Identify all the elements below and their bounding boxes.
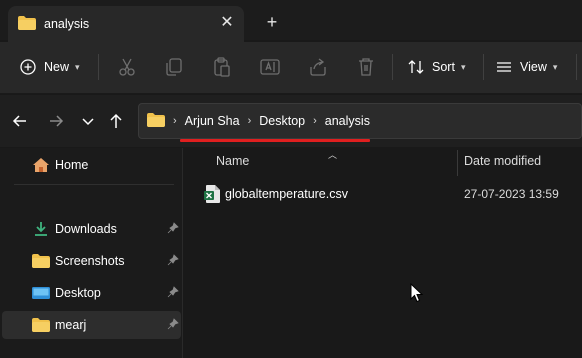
crumb-user[interactable]: Arjun Sha (185, 114, 240, 128)
view-label: View (520, 60, 547, 74)
breadcrumb: › Arjun Sha › Desktop › analysis (147, 104, 370, 138)
column-header-name[interactable]: Name (216, 154, 249, 168)
sort-button[interactable]: Sort ▾ (408, 54, 465, 80)
cut-icon[interactable] (116, 56, 138, 78)
sort-icon (408, 60, 424, 74)
tab-bar: analysis ✕ + (0, 0, 582, 42)
divider (14, 184, 174, 185)
up-arrow-icon[interactable] (106, 111, 126, 131)
navigation-pane: Home Downloads Screenshots Desktop mearj (0, 148, 183, 358)
chevron-down-icon: ▾ (75, 61, 80, 72)
sidebar-item-label: Screenshots (55, 254, 125, 268)
rename-icon[interactable] (259, 56, 281, 78)
sidebar-item-mearj[interactable]: mearj (2, 311, 181, 339)
sidebar-item-label: Home (55, 158, 89, 172)
column-divider[interactable] (457, 150, 458, 176)
path-highlight-underline (180, 139, 370, 142)
sort-label: Sort (432, 60, 455, 74)
view-icon (497, 62, 511, 72)
chevron-down-icon[interactable] (78, 111, 98, 131)
back-arrow-icon[interactable] (10, 111, 30, 131)
delete-icon[interactable] (355, 56, 377, 78)
pin-icon[interactable] (167, 286, 179, 298)
file-date-modified: 27-07-2023 13:59 (464, 187, 559, 201)
desktop-icon (32, 287, 50, 299)
home-icon (33, 158, 49, 172)
sidebar-item-label: Desktop (55, 286, 101, 300)
address-bar[interactable]: › Arjun Sha › Desktop › analysis (138, 103, 582, 139)
column-header-date-modified[interactable]: Date modified (464, 154, 541, 168)
folder-icon (147, 112, 165, 130)
crumb-desktop[interactable]: Desktop (259, 114, 305, 128)
share-icon[interactable] (307, 56, 329, 78)
new-button[interactable]: New ▾ (20, 54, 80, 80)
file-name: globaltemperature.csv (225, 187, 348, 201)
sidebar-item-desktop[interactable]: Desktop (2, 279, 181, 307)
mouse-cursor-icon (410, 283, 424, 303)
chevron-right-icon[interactable]: › (313, 115, 317, 127)
chevron-down-icon: ▾ (552, 61, 558, 72)
folder-icon (32, 318, 50, 332)
excel-csv-icon (204, 185, 220, 206)
plus-circle-icon (20, 59, 36, 75)
tab-analysis[interactable]: analysis ✕ (8, 6, 244, 42)
file-list: ︿ Name Date modified globaltemperature.c… (184, 148, 582, 358)
pin-icon[interactable] (167, 222, 179, 234)
close-icon[interactable]: ✕ (218, 14, 236, 32)
pin-icon[interactable] (167, 254, 179, 266)
divider (98, 54, 99, 80)
sidebar-item-label: Downloads (55, 222, 117, 236)
divider (483, 54, 484, 80)
new-tab-button[interactable]: + (262, 12, 282, 32)
sidebar-item-label: mearj (55, 318, 87, 332)
sidebar-item-home[interactable]: Home (2, 151, 181, 179)
command-bar: New ▾ Sort ▾ View ▾ (0, 42, 582, 94)
download-icon (35, 222, 47, 236)
sort-ascending-icon: ︿ (328, 150, 338, 160)
table-row[interactable]: globaltemperature.csv 27-07-2023 13:59 (198, 182, 582, 206)
paste-icon[interactable] (211, 56, 233, 78)
chevron-down-icon: ▾ (460, 61, 466, 72)
tab-title: analysis (44, 17, 90, 31)
folder-icon (18, 16, 36, 33)
chevron-right-icon[interactable]: › (173, 115, 177, 127)
pin-icon[interactable] (167, 318, 179, 330)
chevron-right-icon[interactable]: › (248, 115, 252, 127)
folder-icon (32, 254, 50, 268)
new-label: New (44, 60, 70, 74)
divider (392, 54, 393, 80)
sidebar-item-screenshots[interactable]: Screenshots (2, 247, 181, 275)
divider (576, 54, 577, 80)
view-button[interactable]: View ▾ (496, 54, 557, 80)
crumb-analysis[interactable]: analysis (325, 114, 370, 128)
sidebar-item-downloads[interactable]: Downloads (2, 215, 181, 243)
copy-icon[interactable] (163, 56, 185, 78)
forward-arrow-icon[interactable] (46, 111, 66, 131)
